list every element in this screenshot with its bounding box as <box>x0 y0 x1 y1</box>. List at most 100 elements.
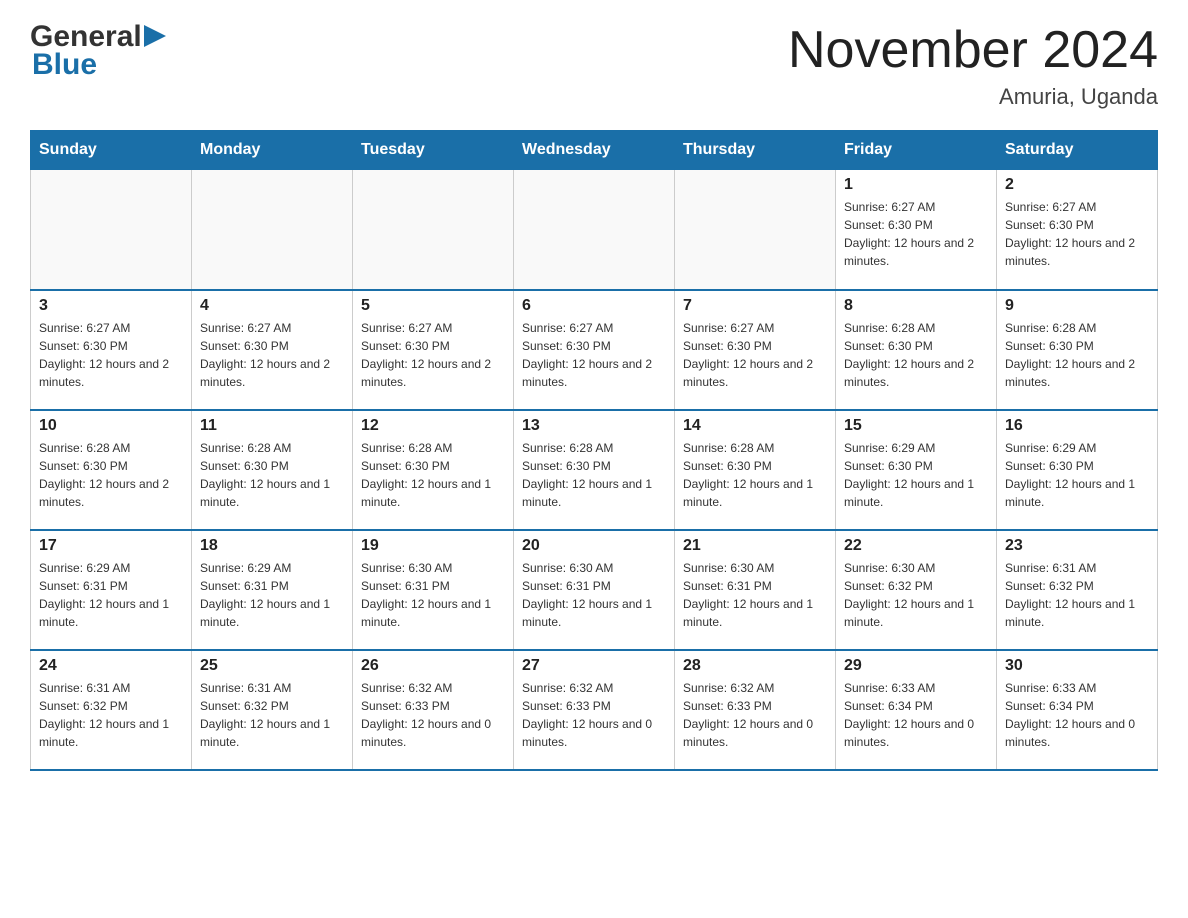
calendar-cell-w4-d1: 17 Sunrise: 6:29 AMSunset: 6:31 PMDayligh… <box>31 530 192 650</box>
calendar-cell-w2-d1: 3 Sunrise: 6:27 AMSunset: 6:30 PMDaylight… <box>31 290 192 410</box>
col-sunday: Sunday <box>31 131 192 170</box>
calendar-cell-w1-d4 <box>514 170 675 290</box>
calendar-cell-w1-d5 <box>675 170 836 290</box>
day-info: Sunrise: 6:28 AMSunset: 6:30 PMDaylight:… <box>522 439 666 511</box>
calendar-cell-w5-d6: 29 Sunrise: 6:33 AMSunset: 6:34 PMDayligh… <box>836 650 997 770</box>
col-monday: Monday <box>192 131 353 170</box>
calendar-week-5: 24 Sunrise: 6:31 AMSunset: 6:32 PMDayligh… <box>31 650 1158 770</box>
day-number: 30 <box>1005 657 1149 675</box>
calendar-cell-w5-d5: 28 Sunrise: 6:32 AMSunset: 6:33 PMDayligh… <box>675 650 836 770</box>
col-thursday: Thursday <box>675 131 836 170</box>
calendar-cell-w3-d5: 14 Sunrise: 6:28 AMSunset: 6:30 PMDayligh… <box>675 410 836 530</box>
logo-blue-text: Blue <box>30 48 97 82</box>
calendar-cell-w4-d7: 23Sunrise: 6:31 AMSunset: 6:32 PMDayligh… <box>997 530 1158 650</box>
calendar-cell-w3-d4: 13 Sunrise: 6:28 AMSunset: 6:30 PMDayligh… <box>514 410 675 530</box>
day-info: Sunrise: 6:32 AMSunset: 6:33 PMDaylight:… <box>683 679 827 751</box>
day-number: 9 <box>1005 297 1149 315</box>
day-number: 7 <box>683 297 827 315</box>
day-number: 26 <box>361 657 505 675</box>
day-info: Sunrise: 6:28 AMSunset: 6:30 PMDaylight:… <box>844 319 988 391</box>
day-info: Sunrise: 6:27 AMSunset: 6:30 PMDaylight:… <box>200 319 344 391</box>
day-number: 17 <box>39 537 183 555</box>
col-friday: Friday <box>836 131 997 170</box>
day-number: 10 <box>39 417 183 435</box>
month-title: November 2024 <box>788 20 1158 80</box>
day-number: 25 <box>200 657 344 675</box>
calendar-cell-w5-d7: 30Sunrise: 6:33 AMSunset: 6:34 PMDayligh… <box>997 650 1158 770</box>
calendar-cell-w1-d3 <box>353 170 514 290</box>
title-section: November 2024 Amuria, Uganda <box>788 20 1158 110</box>
day-number: 12 <box>361 417 505 435</box>
day-number: 14 <box>683 417 827 435</box>
calendar-cell-w2-d2: 4 Sunrise: 6:27 AMSunset: 6:30 PMDaylight… <box>192 290 353 410</box>
calendar-week-3: 10 Sunrise: 6:28 AMSunset: 6:30 PMDayligh… <box>31 410 1158 530</box>
calendar-cell-w1-d2 <box>192 170 353 290</box>
calendar-cell-w5-d3: 26 Sunrise: 6:32 AMSunset: 6:33 PMDayligh… <box>353 650 514 770</box>
calendar-cell-w4-d3: 19 Sunrise: 6:30 AMSunset: 6:31 PMDayligh… <box>353 530 514 650</box>
calendar-header-row: Sunday Monday Tuesday Wednesday Thursday… <box>31 131 1158 170</box>
day-number: 1 <box>844 176 988 194</box>
calendar-week-4: 17 Sunrise: 6:29 AMSunset: 6:31 PMDayligh… <box>31 530 1158 650</box>
calendar-cell-w3-d1: 10 Sunrise: 6:28 AMSunset: 6:30 PMDayligh… <box>31 410 192 530</box>
day-info: Sunrise: 6:29 AMSunset: 6:31 PMDaylight:… <box>39 559 183 631</box>
day-info: Sunrise: 6:30 AMSunset: 6:31 PMDaylight:… <box>522 559 666 631</box>
day-number: 16 <box>1005 417 1149 435</box>
day-number: 5 <box>361 297 505 315</box>
day-number: 2 <box>1005 176 1149 194</box>
day-info: Sunrise: 6:31 AMSunset: 6:32 PMDaylight:… <box>1005 559 1149 631</box>
logo: General Blue <box>30 20 166 82</box>
day-info: Sunrise: 6:29 AMSunset: 6:30 PMDaylight:… <box>844 439 988 511</box>
day-number: 28 <box>683 657 827 675</box>
col-saturday: Saturday <box>997 131 1158 170</box>
calendar-cell-w4-d6: 22 Sunrise: 6:30 AMSunset: 6:32 PMDayligh… <box>836 530 997 650</box>
day-info: Sunrise: 6:27 AMSunset: 6:30 PMDaylight:… <box>844 198 988 270</box>
calendar-cell-w2-d4: 6 Sunrise: 6:27 AMSunset: 6:30 PMDaylight… <box>514 290 675 410</box>
day-info: Sunrise: 6:32 AMSunset: 6:33 PMDaylight:… <box>361 679 505 751</box>
calendar-week-1: 1 Sunrise: 6:27 AMSunset: 6:30 PMDaylight… <box>31 170 1158 290</box>
calendar-cell-w5-d1: 24 Sunrise: 6:31 AMSunset: 6:32 PMDayligh… <box>31 650 192 770</box>
day-info: Sunrise: 6:28 AMSunset: 6:30 PMDaylight:… <box>200 439 344 511</box>
day-number: 4 <box>200 297 344 315</box>
day-info: Sunrise: 6:30 AMSunset: 6:32 PMDaylight:… <box>844 559 988 631</box>
day-info: Sunrise: 6:28 AMSunset: 6:30 PMDaylight:… <box>39 439 183 511</box>
page-header: General Blue November 2024 Amuria, Ugand… <box>30 20 1158 110</box>
day-number: 6 <box>522 297 666 315</box>
day-number: 29 <box>844 657 988 675</box>
calendar-cell-w2-d7: 9 Sunrise: 6:28 AMSunset: 6:30 PMDaylight… <box>997 290 1158 410</box>
calendar-cell-w4-d4: 20Sunrise: 6:30 AMSunset: 6:31 PMDayligh… <box>514 530 675 650</box>
day-number: 22 <box>844 537 988 555</box>
day-info: Sunrise: 6:27 AMSunset: 6:30 PMDaylight:… <box>361 319 505 391</box>
day-info: Sunrise: 6:31 AMSunset: 6:32 PMDaylight:… <box>39 679 183 751</box>
calendar-cell-w1-d1 <box>31 170 192 290</box>
day-info: Sunrise: 6:27 AMSunset: 6:30 PMDaylight:… <box>522 319 666 391</box>
calendar-cell-w3-d3: 12 Sunrise: 6:28 AMSunset: 6:30 PMDayligh… <box>353 410 514 530</box>
calendar-cell-w3-d7: 16Sunrise: 6:29 AMSunset: 6:30 PMDayligh… <box>997 410 1158 530</box>
day-number: 3 <box>39 297 183 315</box>
day-number: 8 <box>844 297 988 315</box>
calendar-cell-w4-d5: 21Sunrise: 6:30 AMSunset: 6:31 PMDayligh… <box>675 530 836 650</box>
calendar-cell-w5-d2: 25Sunrise: 6:31 AMSunset: 6:32 PMDayligh… <box>192 650 353 770</box>
day-info: Sunrise: 6:28 AMSunset: 6:30 PMDaylight:… <box>683 439 827 511</box>
col-wednesday: Wednesday <box>514 131 675 170</box>
calendar-cell-w2-d3: 5 Sunrise: 6:27 AMSunset: 6:30 PMDaylight… <box>353 290 514 410</box>
day-info: Sunrise: 6:29 AMSunset: 6:31 PMDaylight:… <box>200 559 344 631</box>
day-number: 19 <box>361 537 505 555</box>
calendar-cell-w2-d6: 8 Sunrise: 6:28 AMSunset: 6:30 PMDaylight… <box>836 290 997 410</box>
calendar-cell-w3-d2: 11 Sunrise: 6:28 AMSunset: 6:30 PMDayligh… <box>192 410 353 530</box>
day-info: Sunrise: 6:32 AMSunset: 6:33 PMDaylight:… <box>522 679 666 751</box>
day-info: Sunrise: 6:28 AMSunset: 6:30 PMDaylight:… <box>361 439 505 511</box>
day-number: 24 <box>39 657 183 675</box>
calendar-cell-w1-d7: 2Sunrise: 6:27 AMSunset: 6:30 PMDaylight… <box>997 170 1158 290</box>
day-info: Sunrise: 6:30 AMSunset: 6:31 PMDaylight:… <box>361 559 505 631</box>
day-info: Sunrise: 6:30 AMSunset: 6:31 PMDaylight:… <box>683 559 827 631</box>
calendar-cell-w4-d2: 18Sunrise: 6:29 AMSunset: 6:31 PMDayligh… <box>192 530 353 650</box>
day-info: Sunrise: 6:33 AMSunset: 6:34 PMDaylight:… <box>844 679 988 751</box>
calendar-week-2: 3 Sunrise: 6:27 AMSunset: 6:30 PMDaylight… <box>31 290 1158 410</box>
calendar-cell-w2-d5: 7 Sunrise: 6:27 AMSunset: 6:30 PMDaylight… <box>675 290 836 410</box>
location-subtitle: Amuria, Uganda <box>788 84 1158 110</box>
day-number: 11 <box>200 417 344 435</box>
day-info: Sunrise: 6:28 AMSunset: 6:30 PMDaylight:… <box>1005 319 1149 391</box>
day-info: Sunrise: 6:27 AMSunset: 6:30 PMDaylight:… <box>683 319 827 391</box>
day-info: Sunrise: 6:27 AMSunset: 6:30 PMDaylight:… <box>39 319 183 391</box>
day-number: 13 <box>522 417 666 435</box>
